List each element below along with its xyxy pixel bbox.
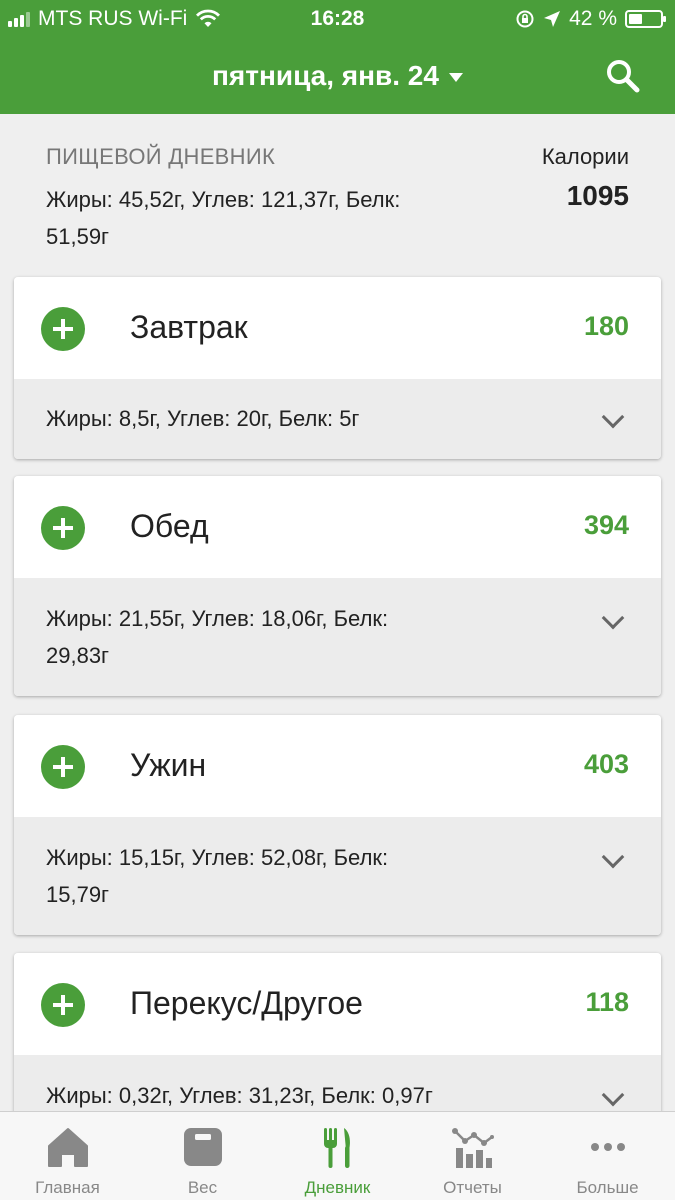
meal-title[interactable]: Ужин bbox=[130, 747, 206, 784]
search-icon bbox=[607, 60, 640, 93]
chevron-down-icon[interactable] bbox=[601, 1083, 625, 1107]
add-food-button[interactable] bbox=[41, 506, 85, 550]
meal-title[interactable]: Перекус/Другое bbox=[130, 985, 363, 1022]
caret-down-icon bbox=[448, 73, 463, 83]
chevron-down-icon[interactable] bbox=[601, 845, 625, 869]
meal-card-breakfast: Завтрак 180 Жиры: 8,5г, Углев: 20г, Белк… bbox=[14, 277, 661, 459]
meal-macros-row[interactable]: Жиры: 15,15г, Углев: 52,08г, Белк: 15,79… bbox=[14, 817, 661, 935]
meal-macros-row[interactable]: Жиры: 21,55г, Углев: 18,06г, Белк: 29,83… bbox=[14, 578, 661, 696]
tab-label: Главная bbox=[35, 1178, 100, 1197]
scale-icon bbox=[183, 1128, 222, 1166]
rotation-lock-icon bbox=[516, 10, 534, 28]
diary-label: ПИЩЕВОЙ ДНЕВНИК bbox=[46, 144, 276, 169]
meal-macros-row[interactable]: Жиры: 8,5г, Углев: 20г, Белк: 5г bbox=[14, 379, 661, 459]
meal-calories: 118 bbox=[585, 987, 629, 1017]
meal-card-lunch: Обед 394 Жиры: 21,55г, Углев: 18,06г, Бе… bbox=[14, 476, 661, 696]
chevron-down-icon[interactable] bbox=[601, 606, 625, 630]
add-food-button[interactable] bbox=[41, 745, 85, 789]
tab-weight[interactable]: Вес bbox=[135, 1112, 270, 1200]
tab-label: Вес bbox=[187, 1178, 218, 1197]
battery-percent: 42 % bbox=[569, 7, 617, 30]
meal-calories: 394 bbox=[583, 510, 629, 540]
add-food-button[interactable] bbox=[41, 983, 85, 1027]
fork-knife-icon bbox=[323, 1128, 350, 1168]
calories-total: 1095 bbox=[566, 180, 629, 211]
chevron-down-icon[interactable] bbox=[601, 405, 625, 429]
meal-calories: 180 bbox=[583, 311, 629, 341]
search-button[interactable] bbox=[605, 58, 641, 94]
tab-diary[interactable]: Дневник bbox=[270, 1112, 405, 1200]
tab-reports[interactable]: Отчеты bbox=[405, 1112, 540, 1200]
date-selector[interactable]: пятница, янв. 24 bbox=[0, 60, 675, 92]
status-bar: MTS RUS Wi-Fi 16:28 42 % bbox=[0, 0, 675, 38]
nav-bar: пятница, янв. 24 bbox=[0, 38, 675, 114]
home-icon bbox=[47, 1128, 88, 1167]
more-icon bbox=[590, 1143, 625, 1151]
tab-more[interactable]: Больше bbox=[540, 1112, 675, 1200]
tab-label: Отчеты bbox=[443, 1178, 502, 1197]
calories-label: Калории bbox=[541, 144, 629, 169]
meal-calories: 403 bbox=[583, 749, 629, 779]
summary-macros: Жиры: 45,52г, Углев: 121,37г, Белк: 51,5… bbox=[46, 187, 401, 249]
diary-summary: ПИЩЕВОЙ ДНЕВНИК Жиры: 45,52г, Углев: 121… bbox=[0, 114, 675, 274]
chart-icon bbox=[451, 1128, 494, 1168]
meal-title[interactable]: Завтрак bbox=[130, 309, 248, 346]
tab-home[interactable]: Главная bbox=[0, 1112, 135, 1200]
meal-card-dinner: Ужин 403 Жиры: 15,15г, Углев: 52,08г, Бе… bbox=[14, 715, 661, 935]
meal-macros: Жиры: 0,32г, Углев: 31,23г, Белк: 0,97г bbox=[46, 1083, 433, 1108]
date-title: пятница, янв. 24 bbox=[212, 60, 439, 91]
add-food-button[interactable] bbox=[41, 307, 85, 351]
battery-icon bbox=[625, 10, 666, 28]
tab-label: Дневник bbox=[304, 1178, 371, 1197]
tab-bar: Главная Вес Дневник Отчеты Больше bbox=[0, 1111, 675, 1200]
meal-title[interactable]: Обед bbox=[130, 508, 209, 545]
location-arrow-icon bbox=[544, 11, 561, 27]
meal-card-snack: Перекус/Другое 118 Жиры: 0,32г, Углев: 3… bbox=[14, 953, 661, 1135]
meal-macros: Жиры: 21,55г, Углев: 18,06г, Белк: 29,83… bbox=[46, 606, 389, 668]
tab-label: Больше bbox=[576, 1178, 639, 1197]
meal-macros: Жиры: 8,5г, Углев: 20г, Белк: 5г bbox=[46, 406, 360, 431]
meal-macros: Жиры: 15,15г, Углев: 52,08г, Белк: 15,79… bbox=[46, 845, 389, 907]
